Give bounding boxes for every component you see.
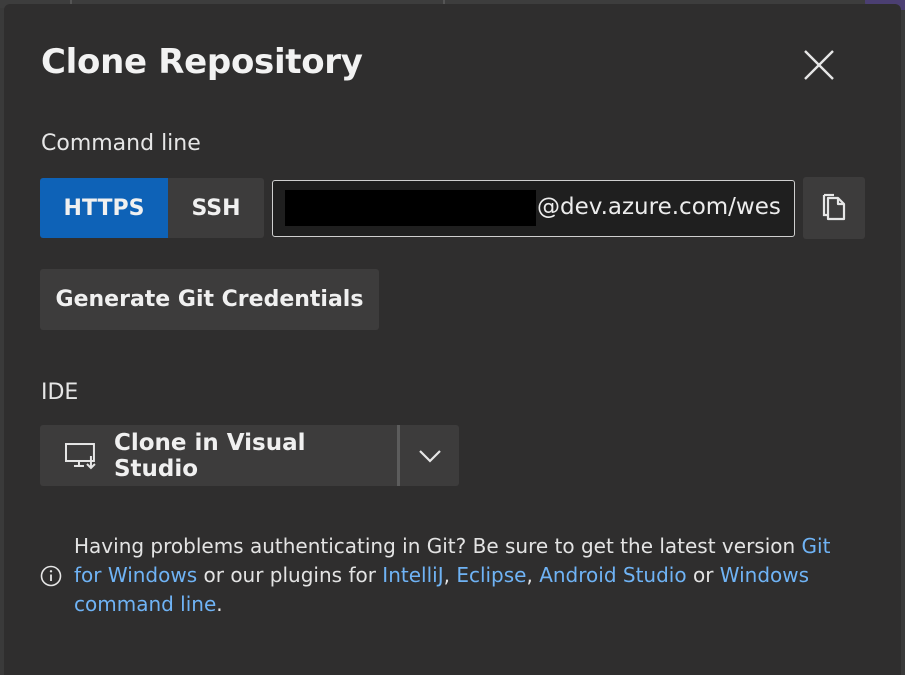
git-auth-help-text: Having problems authenticating in Git? B… (74, 532, 834, 619)
help-text-plugins: or our plugins for (197, 563, 383, 587)
help-text-end: . (216, 592, 223, 616)
protocol-toggle: HTTPS SSH (40, 178, 264, 238)
android-studio-link[interactable]: Android Studio (539, 563, 686, 587)
eclipse-link[interactable]: Eclipse (456, 563, 526, 587)
ide-dropdown-button[interactable] (400, 425, 459, 486)
generate-git-credentials-button[interactable]: Generate Git Credentials (40, 269, 379, 330)
ide-label: IDE (41, 380, 79, 405)
help-text-separator: , (526, 563, 540, 587)
info-icon (40, 565, 62, 587)
ssh-button[interactable]: SSH (168, 178, 264, 238)
monitor-download-icon (64, 442, 96, 469)
help-text-or: or (686, 563, 720, 587)
copy-url-button[interactable] (803, 177, 865, 239)
help-text-intro: Having problems authenticating in Git? B… (74, 534, 802, 558)
command-line-label: Command line (41, 131, 201, 156)
clone-url-field[interactable]: @dev.azure.com/wes (272, 180, 795, 237)
copy-icon (822, 193, 846, 221)
clone-in-visual-studio-label: Clone in Visual Studio (113, 429, 306, 482)
clone-in-ide-split-button: Clone in Visual Studio (40, 425, 459, 486)
close-icon (804, 50, 834, 80)
redacted-url-part (285, 190, 536, 226)
dialog-title: Clone Repository (41, 42, 363, 82)
clone-repository-dialog: Clone Repository Command line HTTPS SSH … (4, 4, 901, 675)
clone-in-visual-studio-button[interactable]: Clone in Visual Studio (40, 425, 397, 486)
help-text-separator: , (443, 563, 457, 587)
chevron-down-icon (418, 449, 441, 463)
https-button[interactable]: HTTPS (40, 178, 168, 238)
intellij-link[interactable]: IntelliJ (382, 563, 443, 587)
clone-url-text: @dev.azure.com/wes (537, 194, 781, 220)
close-button[interactable] (800, 46, 838, 84)
